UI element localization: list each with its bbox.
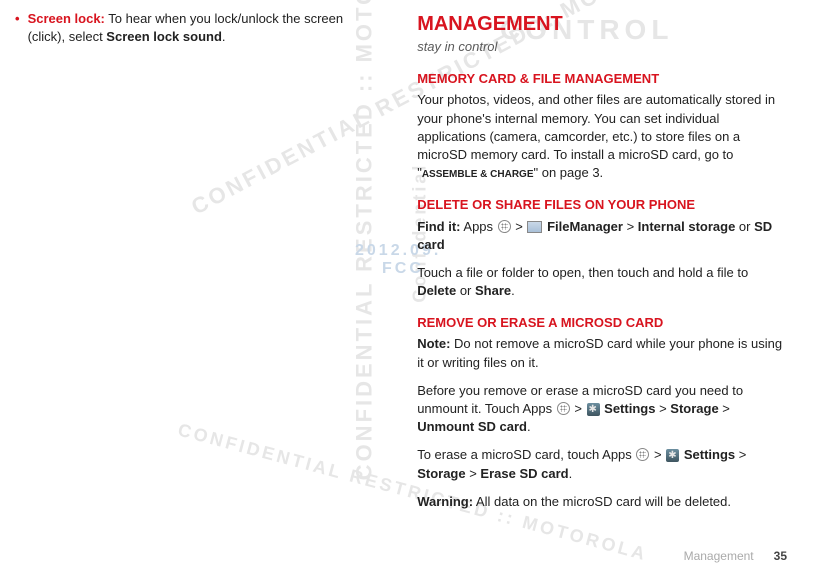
screen-lock-label: Screen lock: [28,11,105,26]
apps-icon [498,220,511,233]
settings-icon [587,403,600,416]
erase-para: To erase a microSD card, touch Apps > Se… [417,446,787,482]
note-label: Note: [417,336,450,351]
touch-para: Touch a file or folder to open, then tou… [417,264,787,300]
screen-lock-sound: Screen lock sound [106,29,222,44]
find-it-label: Find it: [417,219,460,234]
unmount-label: Unmount SD card [417,419,527,434]
right-column: Management stay in control Memory card &… [417,10,787,521]
page-number: 35 [774,549,787,563]
footer: Management 35 [684,548,787,565]
share-label: Share [475,283,511,298]
settings-label: Settings [601,401,656,416]
bullet: • [15,10,20,28]
footer-section: Management [684,549,754,563]
memory-card-para: Your photos, videos, and other files are… [417,91,787,182]
file-manager-label: FileManager [543,219,622,234]
memory-card-heading: Memory card & file management [417,70,787,88]
warning-label: Warning: [417,494,473,509]
assemble-ref: Assemble & charge [422,169,534,180]
delete-share-heading: Delete or share files on your phone [417,196,787,214]
settings-icon [666,449,679,462]
find-it-line: Find it: Apps > FileManager > Internal s… [417,218,787,254]
warning-para: Warning: All data on the microSD card wi… [417,493,787,511]
unmount-para: Before you remove or erase a microSD car… [417,382,787,437]
delete-label: Delete [417,283,456,298]
file-manager-icon [527,221,542,233]
internal-storage-label: Internal storage [638,219,736,234]
storage-label: Storage [417,466,465,481]
screen-lock-dot: . [222,29,226,44]
left-column: • Screen lock: To hear when you lock/unl… [15,10,377,521]
apps-icon [636,448,649,461]
management-heading: Management [417,10,787,38]
apps-icon [557,402,570,415]
tagline: stay in control [417,38,787,56]
storage-label: Storage [670,401,718,416]
remove-erase-heading: Remove or erase a microSD card [417,314,787,332]
settings-label: Settings [680,447,735,462]
note-para: Note: Do not remove a microSD card while… [417,335,787,371]
erase-sd-label: Erase SD card [480,466,568,481]
